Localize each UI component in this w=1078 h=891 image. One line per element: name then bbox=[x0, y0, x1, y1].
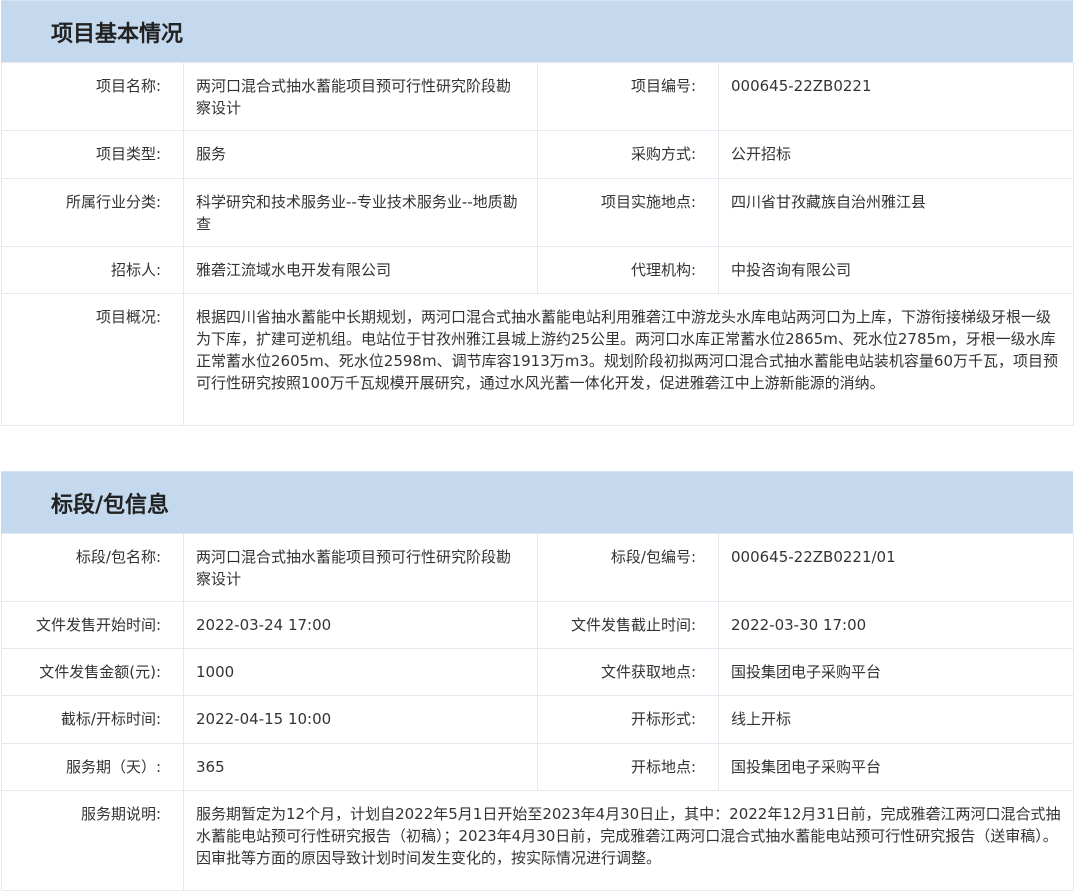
table-row: 服务期（天）: 365 开标地点: 国投集团电子采购平台 bbox=[1, 743, 1074, 791]
file-location-value: 国投集团电子采购平台 bbox=[718, 648, 1074, 696]
package-name-label: 标段/包名称: bbox=[1, 533, 184, 602]
location-value: 四川省甘孜藏族自治州雅江县 bbox=[718, 178, 1074, 247]
procurement-method-label: 采购方式: bbox=[537, 130, 719, 179]
project-info-title: 项目基本情况 bbox=[51, 21, 184, 47]
sale-start-value: 2022-03-24 17:00 bbox=[183, 601, 538, 649]
procurement-method-value: 公开招标 bbox=[718, 130, 1074, 179]
table-row: 项目概况: 根据四川省抽水蓄能中长期规划，两河口混合式抽水蓄能电站利用雅砻江中游… bbox=[1, 293, 1074, 426]
package-info-section: 标段/包信息 标段/包名称: 两河口混合式抽水蓄能项目预可行性研究阶段勘察设计 … bbox=[1, 471, 1074, 891]
table-row: 所属行业分类: 科学研究和技术服务业--专业技术服务业--地质勘查 项目实施地点… bbox=[1, 178, 1074, 247]
bid-open-form-label: 开标形式: bbox=[537, 695, 719, 744]
package-info-table: 标段/包名称: 两河口混合式抽水蓄能项目预可行性研究阶段勘察设计 标段/包编号:… bbox=[1, 533, 1074, 891]
project-name-value: 两河口混合式抽水蓄能项目预可行性研究阶段勘察设计 bbox=[183, 62, 538, 131]
project-type-value: 服务 bbox=[183, 130, 538, 179]
tenderer-label: 招标人: bbox=[1, 246, 184, 294]
table-row: 标段/包名称: 两河口混合式抽水蓄能项目预可行性研究阶段勘察设计 标段/包编号:… bbox=[1, 533, 1074, 602]
package-number-value: 000645-22ZB0221/01 bbox=[718, 533, 1074, 602]
sale-price-value: 1000 bbox=[183, 648, 538, 696]
project-info-table: 项目名称: 两河口混合式抽水蓄能项目预可行性研究阶段勘察设计 项目编号: 000… bbox=[1, 62, 1074, 426]
service-desc-text: 服务期暂定为12个月，计划自2022年5月1日开始至2023年4月30日止，其中… bbox=[183, 790, 1074, 891]
project-number-value: 000645-22ZB0221 bbox=[718, 62, 1074, 131]
table-row: 文件发售开始时间: 2022-03-24 17:00 文件发售截止时间: 202… bbox=[1, 601, 1074, 649]
agency-value: 中投咨询有限公司 bbox=[718, 246, 1074, 294]
bid-open-form-value: 线上开标 bbox=[718, 695, 1074, 744]
service-days-value: 365 bbox=[183, 743, 538, 791]
project-info-section: 项目基本情况 项目名称: 两河口混合式抽水蓄能项目预可行性研究阶段勘察设计 项目… bbox=[1, 0, 1074, 426]
sale-end-value: 2022-03-30 17:00 bbox=[718, 601, 1074, 649]
file-location-label: 文件获取地点: bbox=[537, 648, 719, 696]
sale-price-label: 文件发售金额(元): bbox=[1, 648, 184, 696]
service-days-label: 服务期（天）: bbox=[1, 743, 184, 791]
package-name-value: 两河口混合式抽水蓄能项目预可行性研究阶段勘察设计 bbox=[183, 533, 538, 602]
industry-value: 科学研究和技术服务业--专业技术服务业--地质勘查 bbox=[183, 178, 538, 247]
overview-label: 项目概况: bbox=[1, 293, 184, 426]
project-type-label: 项目类型: bbox=[1, 130, 184, 179]
agency-label: 代理机构: bbox=[537, 246, 719, 294]
tenderer-value: 雅砻江流域水电开发有限公司 bbox=[183, 246, 538, 294]
sale-end-label: 文件发售截止时间: bbox=[537, 601, 719, 649]
project-number-label: 项目编号: bbox=[537, 62, 719, 131]
sale-start-label: 文件发售开始时间: bbox=[1, 601, 184, 649]
bid-open-location-label: 开标地点: bbox=[537, 743, 719, 791]
table-row: 文件发售金额(元): 1000 文件获取地点: 国投集团电子采购平台 bbox=[1, 648, 1074, 696]
bid-open-time-value: 2022-04-15 10:00 bbox=[183, 695, 538, 744]
table-row: 项目类型: 服务 采购方式: 公开招标 bbox=[1, 130, 1074, 179]
service-desc-label: 服务期说明: bbox=[1, 790, 184, 891]
package-info-title: 标段/包信息 bbox=[51, 492, 170, 518]
overview-text: 根据四川省抽水蓄能中长期规划，两河口混合式抽水蓄能电站利用雅砻江中游龙头水库电站… bbox=[183, 293, 1074, 426]
industry-label: 所属行业分类: bbox=[1, 178, 184, 247]
table-row: 服务期说明: 服务期暂定为12个月，计划自2022年5月1日开始至2023年4月… bbox=[1, 790, 1074, 891]
table-row: 项目名称: 两河口混合式抽水蓄能项目预可行性研究阶段勘察设计 项目编号: 000… bbox=[1, 62, 1074, 131]
bid-open-location-value: 国投集团电子采购平台 bbox=[718, 743, 1074, 791]
bid-open-time-label: 截标/开标时间: bbox=[1, 695, 184, 744]
package-number-label: 标段/包编号: bbox=[537, 533, 719, 602]
project-name-label: 项目名称: bbox=[1, 62, 184, 131]
package-info-header: 标段/包信息 bbox=[1, 471, 1073, 533]
table-row: 截标/开标时间: 2022-04-15 10:00 开标形式: 线上开标 bbox=[1, 695, 1074, 744]
location-label: 项目实施地点: bbox=[537, 178, 719, 247]
table-row: 招标人: 雅砻江流域水电开发有限公司 代理机构: 中投咨询有限公司 bbox=[1, 246, 1074, 294]
project-info-header: 项目基本情况 bbox=[1, 0, 1073, 62]
